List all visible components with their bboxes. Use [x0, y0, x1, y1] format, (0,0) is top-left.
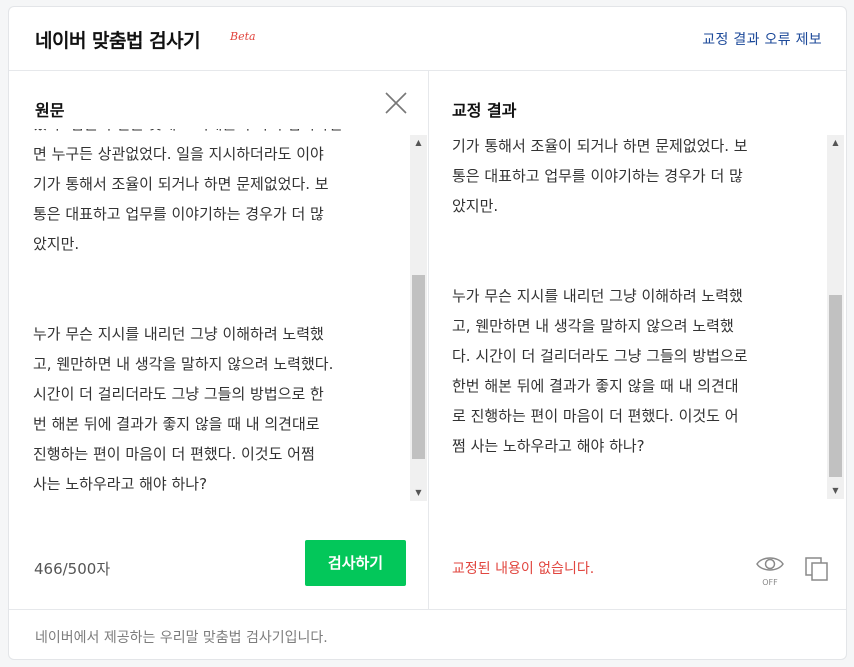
beta-badge: Beta [230, 30, 256, 43]
eye-icon [756, 557, 784, 571]
copy-button[interactable] [803, 555, 831, 583]
original-pane: 원문 었다. 팀원이 일을 못해도 이해를 구하며 넘어가면 면 누구든 상관없… [9, 71, 429, 609]
footer-text: 네이버에서 제공하는 우리말 맞춤법 검사기입니다. [35, 630, 328, 646]
result-text: 기가 통해서 조율이 되거나 하면 문제없었다. 보 통은 대표하고 업무를 이… [452, 137, 748, 455]
original-text-area[interactable]: 었다. 팀원이 일을 못해도 이해를 구하며 넘어가면 면 누구든 상관없었다.… [33, 129, 406, 501]
check-button[interactable]: 검사하기 [305, 540, 406, 586]
footer: 네이버에서 제공하는 우리말 맞춤법 검사기입니다. [9, 609, 846, 659]
highlight-toggle-button[interactable]: OFF [755, 553, 785, 589]
app-title: 네이버 맞춤법 검사기 [35, 30, 201, 52]
original-scrollbar[interactable]: ▲ ▼ [410, 135, 427, 501]
header: 네이버 맞춤법 검사기 Beta 교정 결과 오류 제보 [9, 7, 846, 71]
scrollbar-thumb[interactable] [829, 295, 842, 477]
character-count: 466/500자 [34, 560, 111, 578]
scroll-up-arrow-icon[interactable]: ▲ [827, 135, 844, 151]
original-text[interactable]: 었다. 팀원이 일을 못해도 이해를 구하며 넘어가면 면 누구든 상관없었다.… [33, 129, 393, 499]
original-pane-title: 원문 [35, 101, 65, 120]
scroll-down-arrow-icon[interactable]: ▼ [410, 485, 427, 501]
result-pane-title: 교정 결과 [452, 101, 517, 120]
scroll-down-arrow-icon[interactable]: ▼ [827, 483, 844, 499]
scroll-up-arrow-icon[interactable]: ▲ [410, 135, 427, 151]
copy-icon [805, 557, 828, 581]
report-error-link[interactable]: 교정 결과 오류 제보 [702, 29, 822, 49]
correction-status: 교정된 내용이 없습니다. [452, 561, 595, 577]
spell-checker-widget: 네이버 맞춤법 검사기 Beta 교정 결과 오류 제보 원문 었다. 팀원이 … [8, 6, 847, 660]
result-scrollbar[interactable]: ▲ ▼ [827, 135, 844, 499]
close-icon [385, 92, 407, 114]
scrollbar-thumb[interactable] [412, 275, 425, 459]
result-pane: 교정 결과 기가 통해서 조율이 되거나 하면 문제없었다. 보 통은 대표하고… [429, 71, 846, 609]
eye-toggle-state: OFF [762, 578, 778, 587]
clear-text-button[interactable] [384, 91, 408, 115]
result-text-area: 기가 통해서 조율이 되거나 하면 문제없었다. 보 통은 대표하고 업무를 이… [452, 129, 822, 501]
